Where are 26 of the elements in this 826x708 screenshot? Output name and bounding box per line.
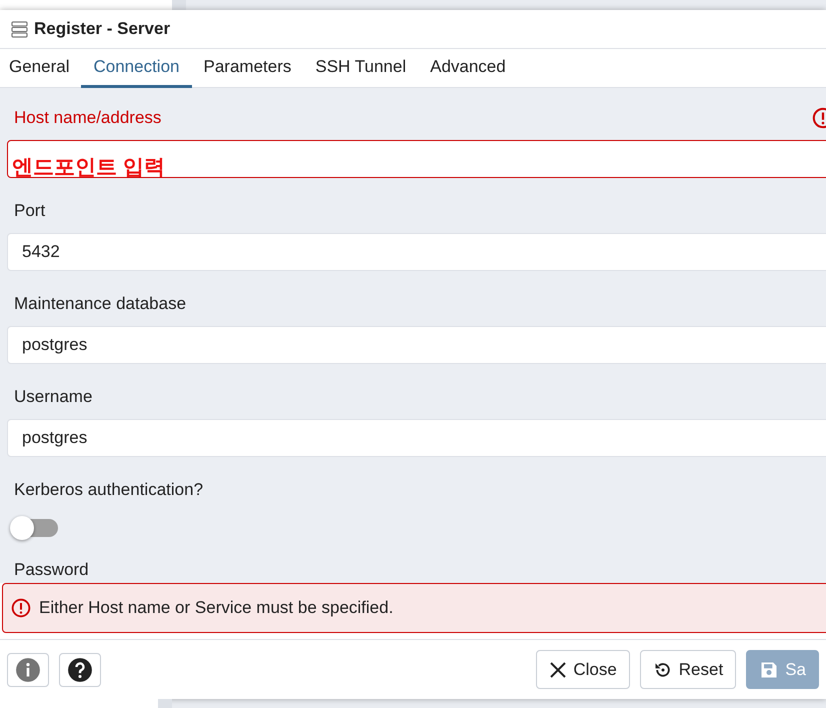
info-icon [15, 656, 41, 682]
tab[interactable]: Advanced [418, 49, 518, 88]
field-label: Password [14, 560, 89, 580]
close-icon [549, 660, 568, 678]
field-label: Username [14, 387, 92, 407]
field-label: Host name/address [14, 108, 162, 128]
help-button[interactable] [59, 652, 101, 686]
field-label: Maintenance database [14, 294, 186, 314]
tab[interactable]: General [0, 49, 82, 88]
save-icon [759, 660, 780, 680]
error-icon [11, 598, 31, 618]
field-label: Port [14, 201, 46, 221]
field-label: Kerberos authentication? [14, 480, 204, 500]
server-icon [11, 20, 28, 38]
toggle-switch[interactable] [12, 519, 58, 537]
input-field[interactable]: 5432 [7, 233, 826, 271]
input-field[interactable]: postgres [7, 419, 826, 457]
info-button[interactable] [7, 652, 49, 686]
input-field[interactable]: postgres [7, 326, 826, 364]
window-title: Register - Server [34, 19, 170, 39]
tab[interactable]: SSH Tunnel [303, 49, 418, 88]
reset-button[interactable]: Reset [640, 650, 736, 689]
help-icon [67, 656, 93, 682]
tab[interactable]: Parameters [192, 49, 304, 88]
close-button[interactable]: Close [536, 650, 630, 689]
error-message: Either Host name or Service must be specified. [39, 598, 394, 618]
